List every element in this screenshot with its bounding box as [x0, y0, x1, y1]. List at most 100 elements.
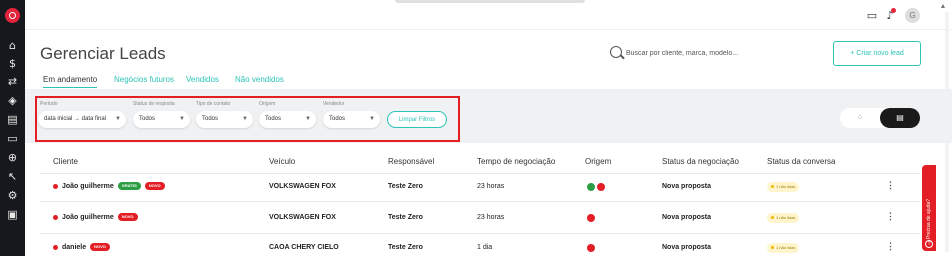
search-input[interactable]: [626, 44, 806, 62]
list-view-icon[interactable]: ▤: [880, 108, 920, 128]
table-row[interactable]: João guilherme NOVO: [53, 213, 138, 221]
negotiation-status-cell: Nova proposta: [662, 244, 712, 251]
document-icon[interactable]: ▣: [5, 207, 20, 222]
negotiation-status-cell: Nova proposta: [662, 183, 712, 190]
status-dot: [53, 244, 58, 250]
whatsapp-icon: [587, 183, 595, 191]
more-options-icon[interactable]: ⋮: [886, 241, 895, 252]
filter-label-origem: Origem: [259, 101, 276, 107]
time-cell: 23 horas: [477, 214, 505, 221]
browser-tab-indicator: [395, 0, 585, 3]
logo-icon[interactable]: [5, 8, 20, 23]
tipo-contato-select[interactable]: Todos ▼: [196, 111, 253, 128]
status-resposta-value: Todos: [139, 116, 156, 122]
more-options-icon[interactable]: ⋮: [886, 180, 895, 191]
conversation-status-pill: 1 não lidas: [767, 243, 800, 253]
grid-view-icon[interactable]: ⁘: [846, 108, 874, 128]
divider: [40, 173, 920, 174]
help-icon: ?: [925, 240, 933, 248]
col-header-status-negociacao[interactable]: Status da negociação: [662, 157, 739, 166]
new-badge: NOVO: [144, 182, 165, 190]
message-icon[interactable]: ▭: [865, 9, 879, 23]
filter-label-tipo-contato: Tipo de contato: [196, 101, 231, 107]
chevron-down-icon: ▼: [115, 116, 121, 122]
free-badge: GRÁTIS: [117, 182, 141, 190]
tipo-contato-value: Todos: [202, 116, 219, 122]
topbar: ▭ ♪ G: [25, 0, 952, 30]
chevron-down-icon: ▼: [369, 116, 375, 122]
chevron-down-icon: ▼: [305, 116, 311, 122]
filter-label-vendedor: Vendedor: [323, 101, 345, 107]
origin-red-icon: [587, 214, 595, 222]
table-row[interactable]: João guilherme GRÁTIS NOVO: [53, 182, 165, 190]
settings-icon[interactable]: ⚙: [5, 188, 20, 203]
client-name: daniele: [62, 243, 87, 251]
view-toggle: ⁘ ▤: [840, 108, 920, 128]
col-header-tempo[interactable]: Tempo de negociação: [477, 157, 555, 166]
pointer-icon[interactable]: ↖: [5, 169, 20, 184]
responsible-cell: Teste Zero: [388, 183, 423, 190]
col-header-origem[interactable]: Origem: [585, 157, 611, 166]
vendedor-value: Todos: [329, 116, 346, 122]
col-header-cliente[interactable]: Cliente: [53, 157, 78, 166]
divider: [40, 233, 920, 234]
new-lead-button[interactable]: + Criar novo lead: [833, 41, 921, 66]
conversation-status-pill: 1 não lidas: [767, 213, 800, 223]
chevron-down-icon: ▼: [242, 116, 248, 122]
new-badge: NOVO: [117, 213, 138, 221]
vehicle-cell: VOLKSWAGEN FOX: [269, 183, 336, 190]
scroll-up-icon[interactable]: ▲: [938, 3, 948, 11]
divider: [40, 201, 920, 202]
cart-icon[interactable]: ▤: [5, 112, 20, 127]
filter-label-periodo: Período: [40, 101, 58, 107]
client-name: João guilherme: [62, 213, 114, 221]
vehicle-cell: VOLKSWAGEN FOX: [269, 214, 336, 221]
origem-value: Todos: [265, 116, 282, 122]
avatar[interactable]: G: [905, 8, 920, 23]
car-icon[interactable]: ◈: [5, 93, 20, 108]
dollar-icon[interactable]: $: [5, 56, 20, 71]
page-title: Gerenciar Leads: [40, 44, 166, 63]
vehicle-cell: CAOA CHERY CIELO: [269, 244, 339, 251]
status-resposta-select[interactable]: Todos ▼: [133, 111, 190, 128]
home-icon[interactable]: ⌂: [5, 38, 20, 53]
new-badge: NOVO: [90, 243, 110, 251]
transfer-icon[interactable]: ⇄: [5, 74, 20, 89]
vendedor-select[interactable]: Todos ▼: [323, 111, 380, 128]
tab-negocios-futuros[interactable]: Negócios futuros: [114, 75, 174, 84]
filter-label-status-resposta: Status de resposta: [133, 101, 175, 107]
table-row[interactable]: daniele NOVO: [53, 243, 110, 251]
search-icon: [610, 46, 622, 58]
responsible-cell: Teste Zero: [388, 214, 423, 221]
leads-table: Cliente Veículo Responsável Tempo de neg…: [40, 145, 920, 256]
help-tab[interactable]: Precisa de ajuda? ?: [922, 165, 936, 251]
help-label: Precisa de ajuda?: [926, 198, 932, 239]
responsible-cell: Teste Zero: [388, 244, 423, 251]
col-header-veiculo[interactable]: Veículo: [269, 157, 295, 166]
col-header-status-conversa[interactable]: Status da conversa: [767, 157, 835, 166]
time-cell: 23 horas: [477, 183, 505, 190]
status-dot: [53, 214, 58, 220]
origin-red-icon: [597, 183, 605, 191]
target-icon[interactable]: ⊕: [5, 150, 20, 165]
search-box[interactable]: [610, 44, 810, 64]
negotiation-status-cell: Nova proposta: [662, 214, 712, 221]
notification-dot: [891, 8, 896, 13]
origem-select[interactable]: Todos ▼: [259, 111, 316, 128]
tab-vendidos[interactable]: Vendidos: [186, 75, 219, 84]
client-name: João guilherme: [62, 182, 114, 190]
more-options-icon[interactable]: ⋮: [886, 211, 895, 222]
period-value: data inicial → data final: [44, 116, 107, 122]
status-dot: [53, 183, 58, 189]
period-select[interactable]: data inicial → data final ▼: [38, 111, 126, 128]
col-header-responsavel[interactable]: Responsável: [388, 157, 434, 166]
time-cell: 1 dia: [477, 244, 493, 251]
chevron-down-icon: ▼: [179, 116, 185, 122]
card-icon[interactable]: ▭: [5, 131, 20, 146]
sidebar: ⌂ $ ⇄ ◈ ▤ ▭ ⊕ ↖ ⚙ ▣: [0, 0, 25, 256]
origin-red-icon: [587, 244, 595, 252]
tab-nao-vendidos[interactable]: Não vendidos: [235, 75, 284, 84]
clear-filters-button[interactable]: Limpar Filtros: [387, 111, 447, 128]
conversation-status-pill: 1 não lidas: [767, 182, 800, 192]
tab-em-andamento[interactable]: Em andamento: [43, 75, 98, 88]
